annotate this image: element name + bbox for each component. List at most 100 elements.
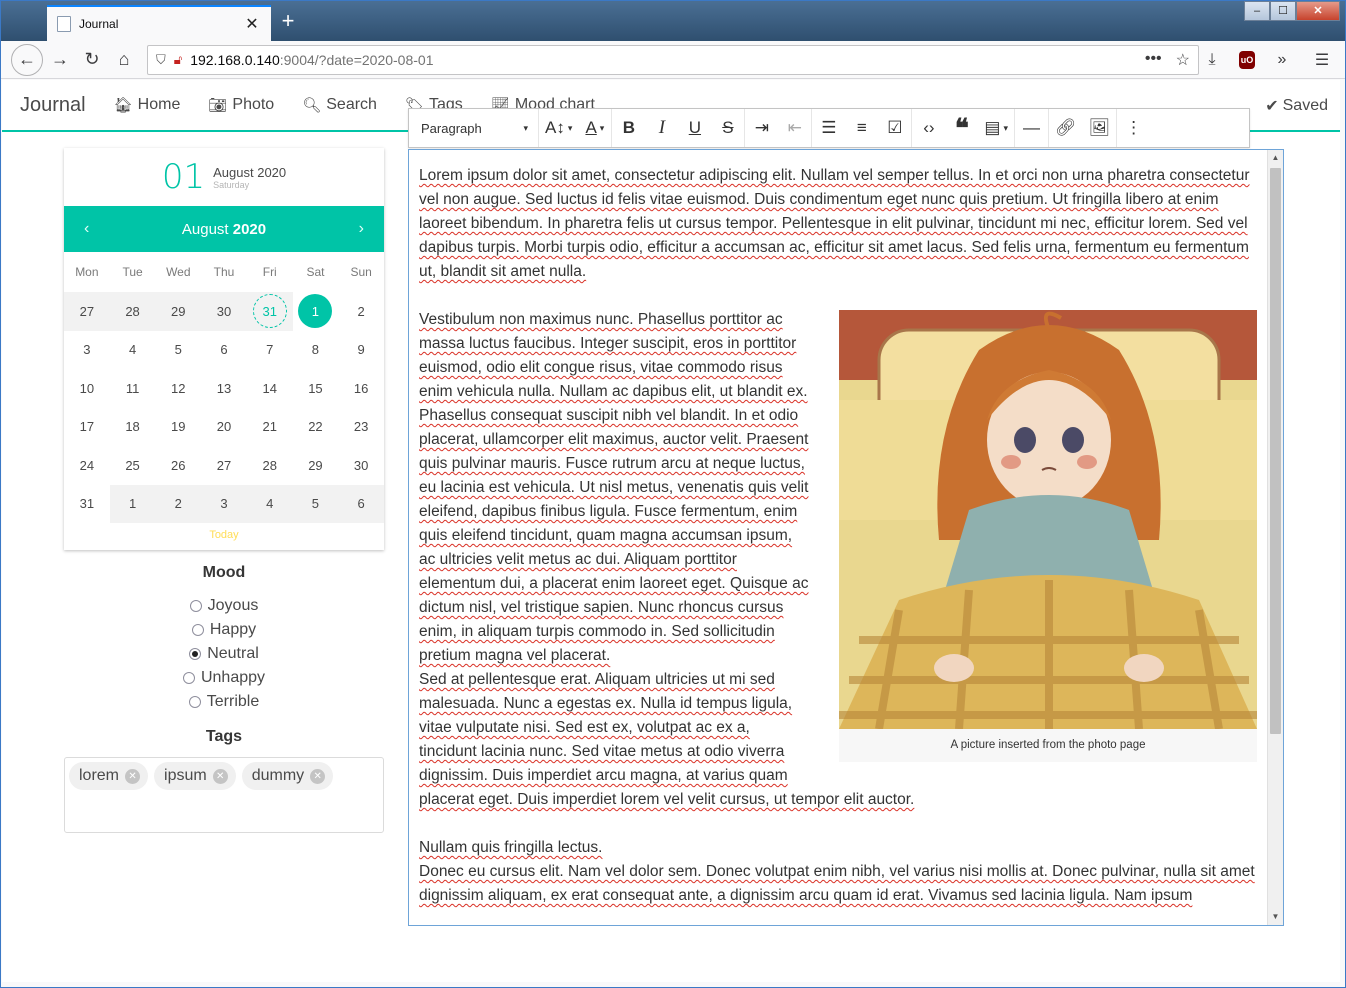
url-bar[interactable]: ⛉ 🔓︎ 192.168.0.140 :9004/?date=2020-08-0… — [147, 45, 1199, 75]
calendar-day[interactable]: 22 — [293, 408, 339, 447]
font-color-button[interactable]: A ▾ — [578, 109, 611, 147]
calendar-day[interactable]: 18 — [110, 408, 156, 447]
remove-tag-icon[interactable]: ✕ — [212, 768, 228, 784]
mood-option-joyous[interactable]: Joyous — [64, 594, 384, 618]
close-icon[interactable]: ✕ — [243, 14, 261, 34]
calendar-day[interactable]: 6 — [201, 331, 247, 370]
calendar-day[interactable]: 2 — [155, 484, 202, 523]
calendar-day[interactable]: 27 — [64, 292, 110, 331]
forward-arrow-icon[interactable]: → — [45, 45, 75, 75]
nav-search[interactable]: 🔍︎ Search — [302, 96, 377, 114]
editor-content[interactable]: Lorem ipsum dolor sit amet, consectetur … — [419, 164, 1257, 908]
todo-list-button[interactable]: ☑ — [878, 109, 911, 147]
prev-month-chevron-icon[interactable]: ‹ — [84, 220, 89, 238]
calendar-day[interactable]: 15 — [293, 369, 339, 408]
rich-text-editor[interactable]: Lorem ipsum dolor sit amet, consectetur … — [408, 149, 1284, 926]
link-button[interactable]: 🔗︎ — [1049, 109, 1083, 147]
image-button[interactable]: 🖼︎ — [1083, 109, 1117, 147]
download-icon[interactable]: ⤓ — [1199, 45, 1225, 75]
nav-home[interactable]: 🏠︎ Home — [114, 96, 181, 114]
calendar-day[interactable]: 5 — [155, 331, 201, 370]
calendar-day[interactable]: 20 — [201, 408, 247, 447]
numbered-list-button[interactable]: ≡ — [845, 109, 878, 147]
shield-icon[interactable]: ⛉ — [156, 52, 166, 68]
calendar-day[interactable]: 10 — [64, 369, 110, 408]
calendar-day[interactable]: 19 — [155, 408, 201, 447]
bookmark-star-icon[interactable]: ☆ — [1176, 50, 1190, 70]
maximize-icon[interactable]: ☐ — [1270, 1, 1296, 21]
insecure-lock-icon[interactable]: 🔓︎ — [174, 52, 182, 68]
home-icon[interactable]: ⌂ — [109, 45, 139, 75]
calendar-day[interactable]: 12 — [155, 369, 201, 408]
tab-journal[interactable]: Journal ✕ — [47, 5, 271, 41]
hamburger-menu-icon[interactable]: ☰ — [1309, 45, 1335, 75]
remove-tag-icon[interactable]: ✕ — [125, 768, 141, 784]
calendar-day[interactable]: 3 — [64, 331, 110, 370]
indent-button[interactable]: ⇥ — [745, 109, 778, 147]
mood-option-terrible[interactable]: Terrible — [64, 690, 384, 714]
calendar-day[interactable]: 6 — [338, 484, 384, 523]
calendar-day[interactable]: 27 — [201, 446, 247, 485]
scrollbar-thumb[interactable] — [1270, 168, 1281, 734]
calendar-day[interactable]: 1 — [109, 484, 156, 523]
inserted-figure[interactable]: A picture inserted from the photo page — [839, 310, 1257, 762]
code-block-button[interactable]: ▤ ▾ — [978, 109, 1014, 147]
mood-radio[interactable] — [189, 600, 202, 612]
font-size-button[interactable]: A↕ ▾ — [539, 109, 578, 147]
remove-tag-icon[interactable]: ✕ — [310, 768, 326, 784]
calendar-day[interactable]: 28 — [109, 292, 156, 331]
bold-button[interactable]: B — [612, 109, 645, 147]
calendar-day[interactable]: 23 — [338, 408, 384, 447]
calendar-day[interactable]: 4 — [110, 331, 156, 370]
mood-option-unhappy[interactable]: Unhappy — [64, 666, 384, 690]
minimize-icon[interactable]: – — [1244, 1, 1270, 21]
calendar-day[interactable]: 28 — [247, 446, 293, 485]
mood-option-neutral[interactable]: Neutral — [64, 642, 384, 666]
italic-button[interactable]: I — [645, 109, 678, 147]
mood-option-happy[interactable]: Happy — [64, 618, 384, 642]
calendar-day[interactable]: 21 — [247, 408, 293, 447]
calendar-day[interactable]: 31 — [246, 292, 293, 331]
next-month-chevron-icon[interactable]: › — [359, 220, 364, 238]
window-close-icon[interactable]: ✕ — [1296, 1, 1340, 21]
scroll-up-arrow-icon[interactable]: ▲ — [1268, 150, 1283, 166]
calendar-day[interactable]: 11 — [110, 369, 156, 408]
heading-select[interactable]: Paragraph ▾ — [409, 109, 539, 147]
calendar-day[interactable]: 31 — [64, 485, 110, 524]
new-tab-icon[interactable]: + — [277, 9, 299, 33]
calendar-day[interactable]: 5 — [292, 484, 339, 523]
underline-button[interactable]: U — [678, 109, 711, 147]
mood-radio[interactable] — [189, 648, 202, 660]
calendar-day[interactable]: 2 — [338, 292, 384, 331]
back-arrow-icon[interactable]: ← — [11, 43, 43, 76]
calendar-day[interactable]: 26 — [155, 446, 201, 485]
more-options-button[interactable]: ⋮ — [1117, 109, 1150, 147]
brand-title[interactable]: Journal — [20, 94, 86, 117]
calendar-day[interactable]: 1 — [293, 292, 339, 331]
mood-radio[interactable] — [188, 696, 201, 708]
mood-radio[interactable] — [191, 624, 204, 636]
blockquote-button[interactable]: ❝ — [945, 109, 978, 147]
calendar-day[interactable]: 3 — [201, 484, 247, 523]
nav-photo[interactable]: 📷︎ Photo — [208, 96, 274, 114]
calendar-day[interactable]: 9 — [338, 331, 384, 370]
strikethrough-button[interactable]: S — [711, 109, 744, 147]
calendar-day[interactable]: 4 — [246, 484, 293, 523]
calendar-day[interactable]: 13 — [201, 369, 247, 408]
calendar-day[interactable]: 25 — [110, 446, 156, 485]
calendar-day[interactable]: 30 — [201, 292, 247, 331]
calendar-day[interactable]: 14 — [247, 369, 293, 408]
horizontal-line-button[interactable]: — — [1015, 109, 1048, 147]
scroll-down-arrow-icon[interactable]: ▼ — [1268, 909, 1283, 925]
mood-radio[interactable] — [182, 672, 195, 684]
code-button[interactable]: ‹› — [912, 109, 945, 147]
calendar-day[interactable]: 30 — [338, 446, 384, 485]
calendar-day[interactable]: 29 — [155, 292, 202, 331]
ublock-icon[interactable]: uO — [1239, 51, 1255, 69]
reload-icon[interactable]: ↻ — [77, 45, 107, 75]
outdent-button[interactable]: ⇤ — [778, 109, 811, 147]
calendar-month-title[interactable]: August 2020 — [182, 221, 266, 238]
tags-input[interactable]: lorem ✕ ipsum ✕ dummy ✕ — [64, 757, 384, 833]
calendar-day[interactable]: 17 — [64, 408, 110, 447]
editor-scrollbar[interactable]: ▲ ▼ — [1267, 150, 1283, 925]
